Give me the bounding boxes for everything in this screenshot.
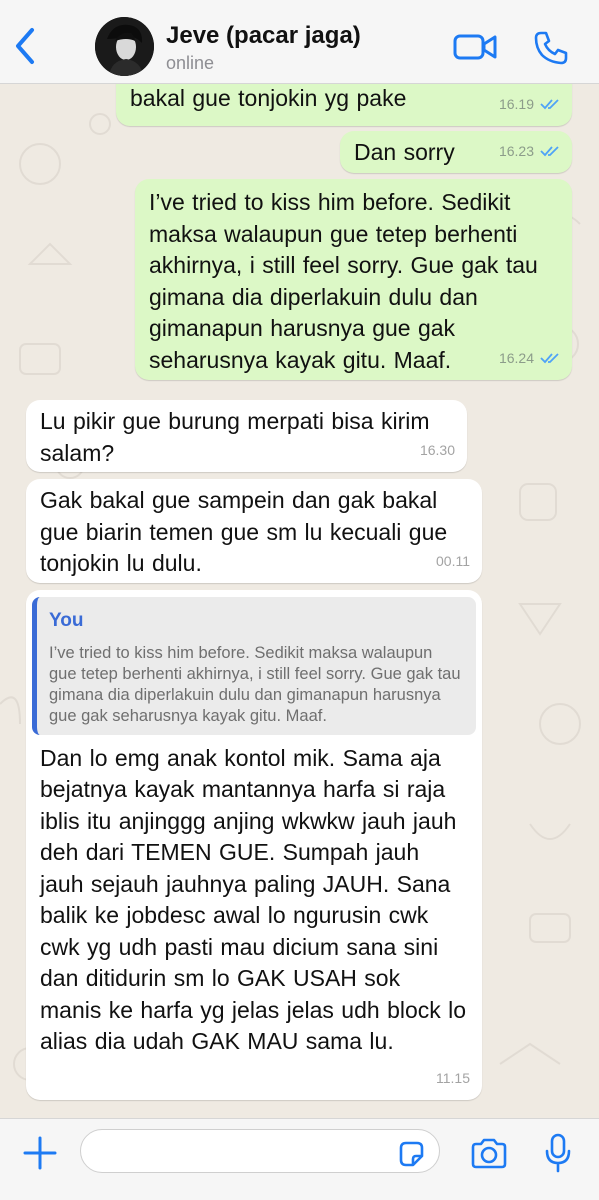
message-text: Gak bakal gue sampein dan gak bakal gue … xyxy=(40,487,448,576)
quoted-text: I’ve tried to kiss him before. Sedikit m… xyxy=(49,643,461,725)
double-check-icon xyxy=(540,146,559,157)
message-meta: 16.24 xyxy=(499,343,560,375)
message-bubble-incoming[interactable]: Gak bakal gue sampein dan gak bakal gue … xyxy=(26,479,482,583)
message-bubble-incoming-reply[interactable]: You I’ve tried to kiss him before. Sedik… xyxy=(26,590,482,1100)
message-composer xyxy=(0,1118,599,1200)
message-time: 16.24 xyxy=(498,349,534,366)
message-meta: 00.11 xyxy=(436,546,470,578)
double-check-icon xyxy=(540,353,559,364)
quoted-message[interactable]: You I’ve tried to kiss him before. Sedik… xyxy=(32,597,476,735)
avatar[interactable] xyxy=(95,17,154,76)
message-input[interactable] xyxy=(80,1129,440,1173)
message-meta: 11.15 xyxy=(436,1063,470,1095)
message-bubble-outgoing[interactable]: bakal gue tonjokin yg pake 16.19 xyxy=(116,84,572,126)
message-text: I’ve tried to kiss him before. Sedikit m… xyxy=(149,189,538,373)
message-text: Lu pikir gue burung merpati bisa kirim s… xyxy=(40,408,430,466)
chat-area[interactable]: bakal gue tonjokin yg pake 16.19 Dan sor… xyxy=(0,84,599,1118)
message-time: 11.15 xyxy=(436,1069,470,1086)
camera-icon[interactable] xyxy=(470,1137,508,1169)
message-text: Dan lo emg anak kontol mik. Sama aja bej… xyxy=(40,744,467,1055)
contact-status: online xyxy=(166,53,215,73)
video-camera-icon[interactable] xyxy=(453,32,497,62)
message-bubble-outgoing[interactable]: I’ve tried to kiss him before. Sedikit m… xyxy=(135,179,572,380)
message-bubble-incoming[interactable]: Lu pikir gue burung merpati bisa kirim s… xyxy=(26,400,467,472)
message-meta: 16.30 xyxy=(420,435,455,467)
microphone-icon[interactable] xyxy=(545,1133,571,1173)
plus-icon[interactable] xyxy=(22,1135,58,1171)
phone-icon[interactable] xyxy=(533,30,569,66)
chat-header: Jeve (pacar jaga) online xyxy=(0,0,599,84)
quoted-author: You xyxy=(49,610,84,631)
back-chevron-icon[interactable] xyxy=(10,26,40,66)
message-time: 16.30 xyxy=(419,441,455,458)
message-text: bakal gue tonjokin yg pake xyxy=(130,85,407,111)
message-time: 00.11 xyxy=(436,552,470,569)
sticker-icon[interactable] xyxy=(397,1140,425,1168)
message-meta: 16.23 xyxy=(499,136,560,168)
message-meta: 16.19 xyxy=(499,89,560,121)
double-check-icon xyxy=(540,99,559,110)
message-time: 16.23 xyxy=(498,142,534,159)
message-bubble-outgoing[interactable]: Dan sorry 16.23 xyxy=(340,131,572,173)
contact-name[interactable]: Jeve (pacar jaga) xyxy=(166,22,361,50)
message-time: 16.19 xyxy=(498,95,534,112)
